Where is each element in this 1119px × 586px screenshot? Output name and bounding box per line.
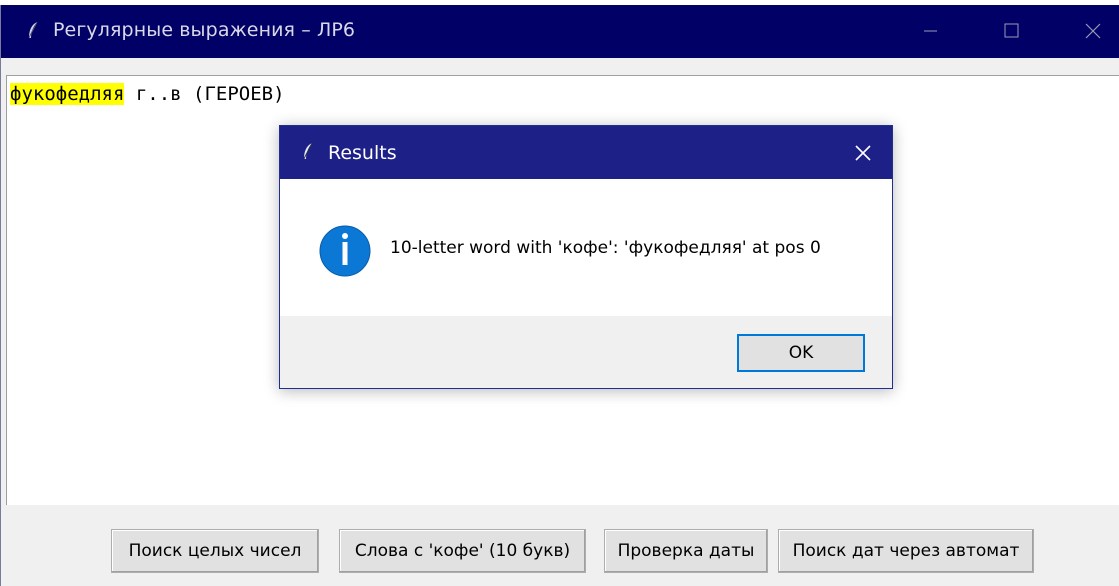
dialog-footer: OK (280, 316, 892, 388)
ok-button[interactable]: OK (737, 334, 865, 372)
dialog-titlebar[interactable]: Results (280, 126, 892, 179)
find-integers-button[interactable]: Поиск целых чисел (111, 529, 319, 573)
window-title: Регулярные выражения – ЛР6 (53, 19, 356, 41)
close-icon[interactable] (850, 140, 876, 166)
highlighted-match: фукофедляя (10, 83, 125, 105)
automaton-dates-button[interactable]: Поиск дат через автомат (778, 529, 1034, 573)
dialog-body: 10-letter word with 'кофе': 'фукофедляя'… (280, 179, 892, 316)
results-dialog: Results 10-letter word with 'кофе': 'фук… (279, 125, 893, 389)
dialog-message: 10-letter word with 'кофе': 'фукофедляя'… (390, 238, 821, 258)
feather-icon (28, 21, 38, 39)
maximize-icon[interactable] (997, 15, 1027, 45)
info-icon (319, 225, 371, 277)
minimize-icon[interactable] (915, 15, 945, 45)
kofe-words-button[interactable]: Слова с 'кофе' (10 букв) (339, 529, 586, 573)
button-bar: Поиск целых чисел Слова с 'кофе' (10 бук… (1, 505, 1119, 586)
window-titlebar[interactable]: Регулярные выражения – ЛР6 (1, 5, 1119, 58)
text-rest: г..в (ГЕРОЕВ) (124, 83, 285, 105)
check-date-button[interactable]: Проверка даты (604, 529, 768, 573)
text-line: фукофедляя г..в (ГЕРОЕВ) (10, 83, 285, 105)
close-icon[interactable] (1078, 15, 1108, 45)
dialog-title: Results (328, 142, 397, 164)
feather-icon (303, 142, 313, 160)
